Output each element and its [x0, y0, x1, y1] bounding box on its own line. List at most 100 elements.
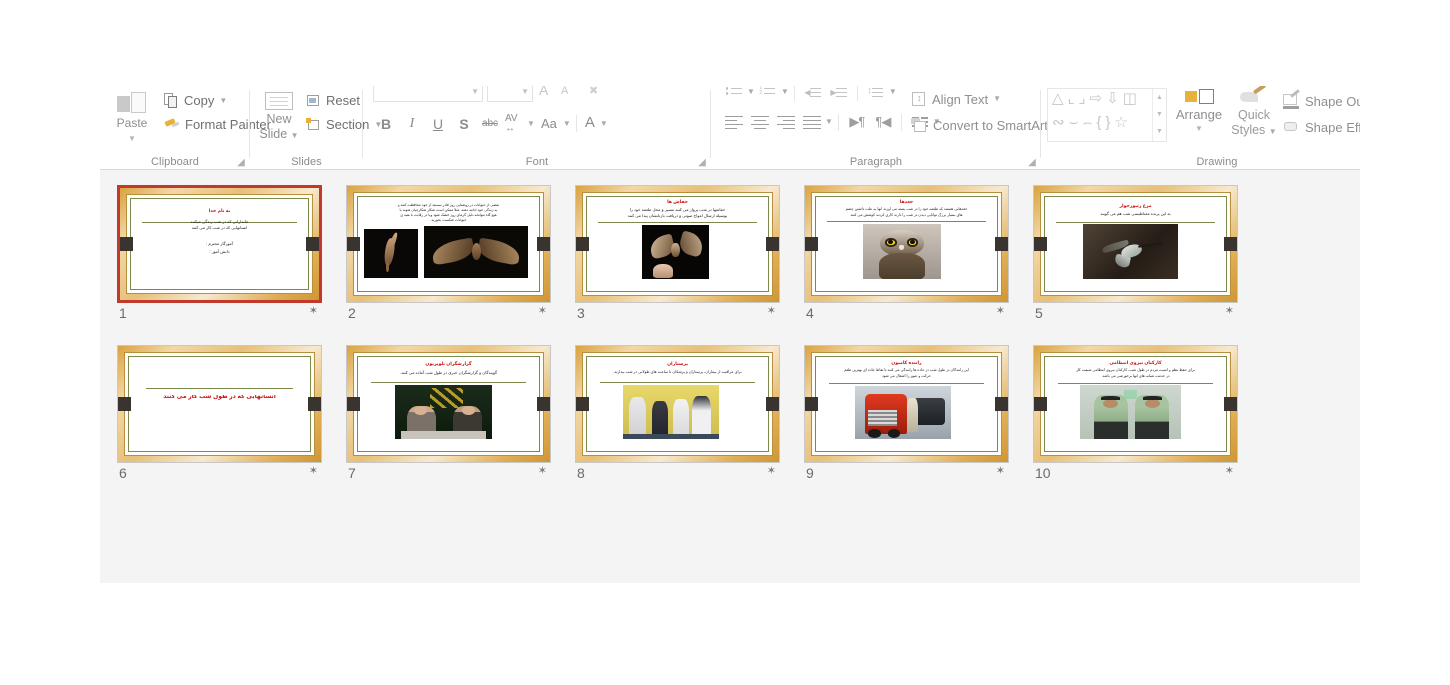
slide-body-line-7a: گویندگان و گزارشگران خبری در طول شب آماد…: [399, 370, 498, 375]
align-text-button[interactable]: ↕ Align Text ▼: [911, 86, 1061, 112]
left-brace-shape-icon[interactable]: {: [1096, 115, 1101, 130]
character-spacing-caret-icon[interactable]: ▼: [527, 119, 535, 128]
slide-surface-8[interactable]: پرستاران برای مراقبت از بیماران، پرستارا…: [575, 345, 780, 463]
shape-outline-button[interactable]: Shape Outline ▼: [1283, 88, 1360, 114]
bold-button[interactable]: B: [373, 112, 399, 135]
down-arrow-shape-icon[interactable]: ⇩: [1106, 91, 1119, 106]
slide-surface-7[interactable]: گزارشگران تلویزیون گویندگان و گزارشگران …: [346, 345, 551, 463]
font-size-combo[interactable]: ▼: [487, 86, 533, 102]
copy-label: Copy: [184, 93, 215, 108]
slide-surface-10[interactable]: کارکنان نیروی انتظامی برای حفظ نظم و امن…: [1033, 345, 1238, 463]
line-spacing-caret-icon[interactable]: ▼: [889, 88, 897, 96]
increase-indent-button[interactable]: ▶: [826, 86, 852, 102]
decrease-indent-button[interactable]: ◀: [800, 86, 826, 102]
align-center-button[interactable]: [747, 112, 773, 132]
slide-sorter-pane[interactable]: به نام خدا جاندارانی که در شب زندگی میکن…: [100, 170, 1360, 583]
folded-corner-shape-icon[interactable]: ◫: [1123, 91, 1137, 106]
paste-button[interactable]: Paste ▼: [108, 90, 156, 152]
shrink-font-button[interactable]: A: [561, 86, 568, 97]
font-dialog-launcher[interactable]: ◢: [697, 158, 707, 168]
right-brace-shape-icon[interactable]: }: [1105, 115, 1110, 130]
elbow-connector-shape-icon[interactable]: ⌞: [1068, 91, 1075, 106]
copy-button[interactable]: Copy ▼: [164, 93, 227, 108]
line-spacing-button[interactable]: ↕: [863, 86, 889, 102]
grow-font-button[interactable]: A: [539, 86, 548, 98]
change-case-button[interactable]: Aa: [535, 112, 563, 135]
numbering-button[interactable]: 12: [755, 86, 781, 102]
bullets-caret-icon[interactable]: ▼: [747, 88, 755, 96]
star-shape-icon[interactable]: ☆: [1114, 115, 1127, 130]
change-case-caret-icon[interactable]: ▼: [563, 119, 571, 128]
shapes-more-icon[interactable]: ▼: [1153, 123, 1166, 140]
slide-number-6: 6: [119, 465, 127, 481]
new-slide-caret-icon[interactable]: ▼: [291, 131, 299, 140]
copy-dropdown-caret-icon[interactable]: ▼: [219, 96, 227, 105]
paragraph-dialog-launcher[interactable]: ◢: [1027, 158, 1037, 168]
justify-caret-icon[interactable]: ▼: [825, 118, 833, 126]
new-slide-word: Slide: [259, 127, 288, 141]
character-spacing-button[interactable]: AV ↔: [503, 112, 527, 135]
arrange-caret-icon[interactable]: ▼: [1171, 124, 1227, 133]
slide-surface-6[interactable]: انسانهایی که در طول شب کار می کنند: [117, 345, 322, 463]
slide-animation-star-icon-4[interactable]: ✶: [996, 306, 1005, 317]
slide-design-tab-right: [537, 397, 550, 411]
slide-animation-star-icon-9[interactable]: ✶: [996, 466, 1005, 477]
slide-animation-star-icon-1[interactable]: ✶: [309, 306, 318, 317]
paste-dropdown-caret-icon[interactable]: ▼: [108, 134, 156, 143]
slide-animation-star-icon-10[interactable]: ✶: [1225, 466, 1234, 477]
slide-animation-star-icon-3[interactable]: ✶: [767, 306, 776, 317]
shapes-scroll-up-icon[interactable]: ▲: [1153, 89, 1166, 106]
slide-animation-star-icon-5[interactable]: ✶: [1225, 306, 1234, 317]
arc-shape-icon[interactable]: ⌢: [1082, 115, 1092, 130]
right-arrow-shape-icon[interactable]: ⇨: [1090, 91, 1103, 106]
shapes-gallery-scroll[interactable]: ▲ ▼ ▼: [1152, 89, 1166, 141]
reset-button[interactable]: Reset: [306, 93, 360, 108]
italic-button[interactable]: I: [399, 112, 425, 135]
shapes-row-2[interactable]: ∾ ⌣ ⌢ { } ☆: [1052, 115, 1128, 130]
clipboard-dialog-launcher[interactable]: ◢: [236, 158, 246, 168]
underline-button[interactable]: U: [425, 112, 451, 135]
slide-surface-2[interactable]: بعضی از حیوانات در روشنایی روز قادر نیست…: [346, 185, 551, 303]
slide-body-line-8a: برای مراقبت از بیماران، پرستاران و پزشکا…: [613, 370, 742, 374]
triangle-shape-icon[interactable]: △: [1052, 91, 1064, 106]
quick-styles-caret-icon[interactable]: ▼: [1269, 127, 1277, 136]
slide-surface-9[interactable]: راننده کامیون این رانندگان در طول شب در …: [804, 345, 1009, 463]
slide-animation-star-icon-8[interactable]: ✶: [767, 466, 776, 477]
elbow-arrow-shape-icon[interactable]: ⌟: [1079, 91, 1086, 106]
justify-button[interactable]: [799, 112, 825, 132]
convert-to-smartart-label: Convert to SmartArt: [933, 117, 1048, 133]
align-text-caret-icon[interactable]: ▼: [993, 95, 1001, 103]
shapes-gallery[interactable]: △ ⌞ ⌟ ⇨ ⇩ ◫ ∾ ⌣ ⌢ { } ☆ ▲ ▼ ▼: [1047, 88, 1167, 142]
font-color-caret-icon[interactable]: ▼: [600, 119, 608, 128]
shapes-scroll-down-icon[interactable]: ▼: [1153, 106, 1166, 123]
curve-shape-icon[interactable]: ⌣: [1069, 115, 1079, 130]
ribbon: Paste ▼ Copy ▼ Format Painter Clipboard …: [100, 86, 1360, 170]
bullets-button[interactable]: [721, 86, 747, 102]
slide-animation-star-icon-7[interactable]: ✶: [538, 466, 547, 477]
slide-title-7: گزارشگران تلویزیون: [425, 361, 472, 366]
slide-animation-star-icon-6[interactable]: ✶: [309, 466, 318, 477]
slide-number-2: 2: [348, 305, 356, 321]
slide-surface-3[interactable]: خفاش ها خفاشها در شب پرواز می کنند مسیر …: [575, 185, 780, 303]
align-right-button[interactable]: [773, 112, 799, 132]
ltr-direction-button[interactable]: ▶¶: [844, 112, 870, 132]
align-left-button[interactable]: [721, 112, 747, 132]
shapes-row-1[interactable]: △ ⌞ ⌟ ⇨ ⇩ ◫: [1052, 91, 1137, 106]
convert-to-smartart-button[interactable]: Convert to SmartArt ▼: [911, 112, 1061, 138]
slide-surface-1[interactable]: به نام خدا جاندارانی که در شب زندگی میکن…: [117, 185, 322, 303]
shape-effects-button[interactable]: Shape Effects ▼: [1283, 114, 1360, 140]
strikethrough-button[interactable]: abc: [477, 112, 503, 135]
paste-icon: [117, 92, 147, 114]
slide-design-tab-left: [805, 397, 818, 411]
font-color-button[interactable]: A: [582, 113, 600, 135]
slide-number-7: 7: [348, 465, 356, 481]
slide-animation-star-icon-2[interactable]: ✶: [538, 306, 547, 317]
clear-formatting-icon[interactable]: ✖: [589, 86, 598, 97]
freeform-shape-icon[interactable]: ∾: [1052, 115, 1065, 130]
text-shadow-button[interactable]: S: [451, 112, 477, 135]
slide-surface-4[interactable]: جغدها جغدهایی هستند که طعمه خود را در شب…: [804, 185, 1009, 303]
slide-surface-5[interactable]: مرغ زنبورخوار به این پرنده مغناطیسی شب ه…: [1033, 185, 1238, 303]
font-family-combo[interactable]: ▼: [373, 86, 483, 102]
numbering-caret-icon[interactable]: ▼: [781, 88, 789, 96]
rtl-direction-button[interactable]: ¶◀: [870, 112, 896, 132]
